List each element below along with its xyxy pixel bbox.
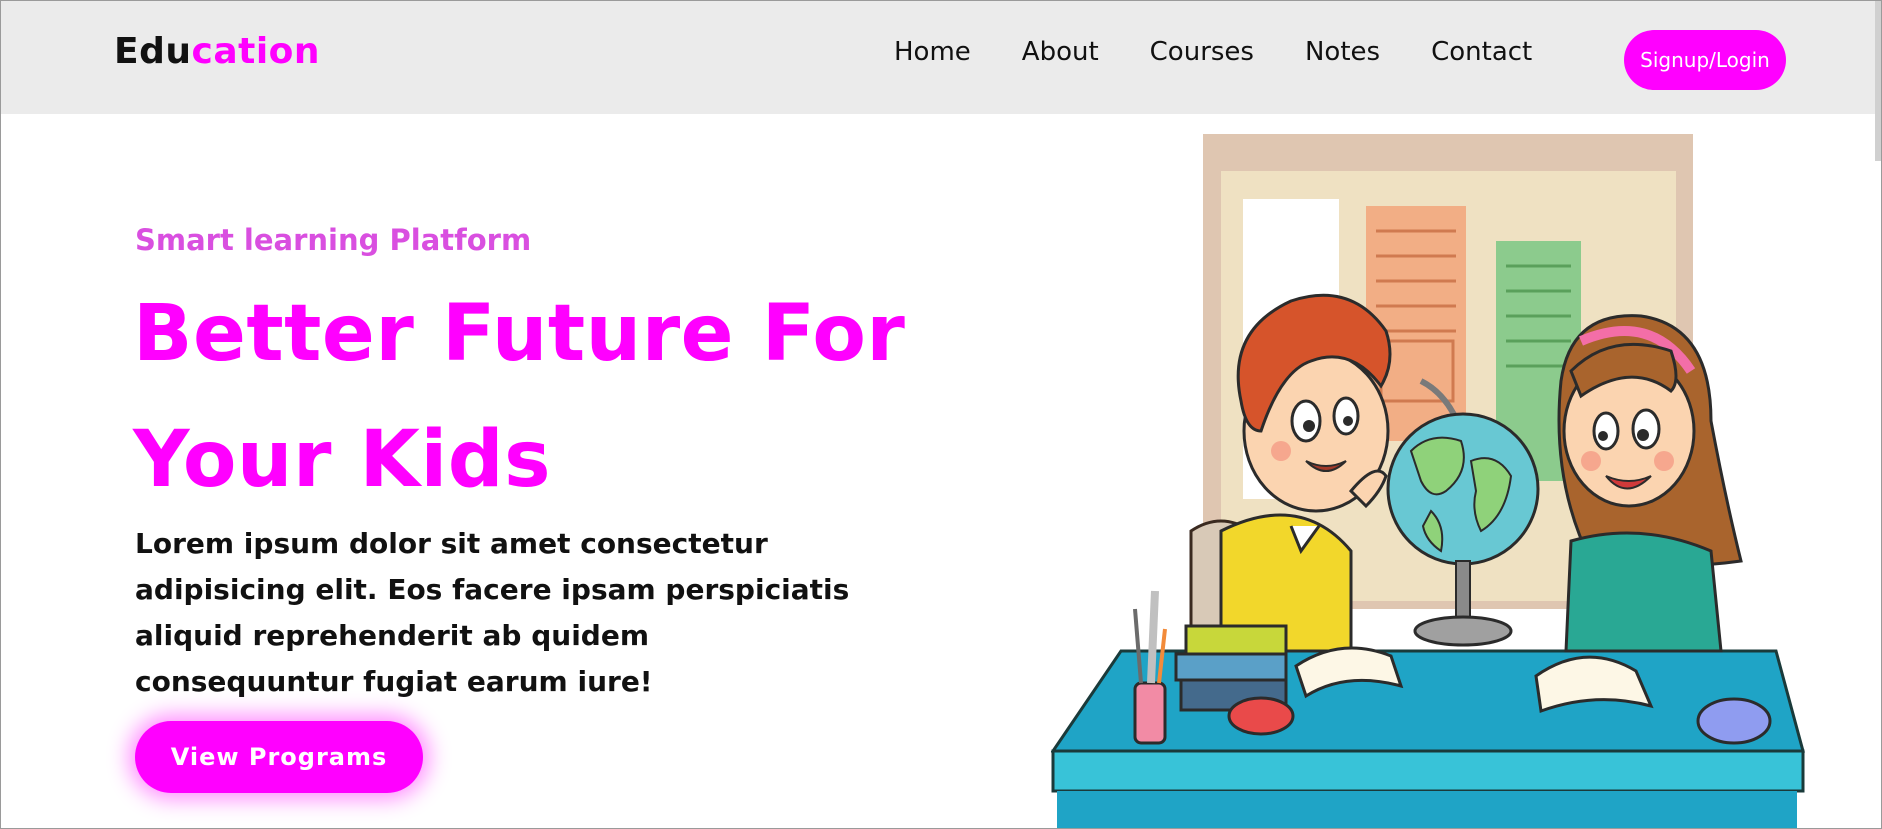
signup-login-button[interactable]: Signup/Login <box>1624 30 1786 90</box>
hero-title-line2: Your Kids <box>133 415 551 505</box>
book-stack <box>1184 624 1288 656</box>
desk-front <box>1051 749 1805 793</box>
kids-studying-illustration <box>1051 134 1805 828</box>
nav-link-contact[interactable]: Contact <box>1431 37 1532 67</box>
scrollbar[interactable] <box>1875 1 1881 161</box>
pencil-case <box>1696 697 1772 745</box>
hero-subtitle: Smart learning Platform <box>135 223 532 257</box>
nav-link-courses[interactable]: Courses <box>1150 37 1254 67</box>
logo[interactable]: Education <box>114 31 320 72</box>
nav-link-home[interactable]: Home <box>894 37 971 67</box>
page: Education Home About Courses Notes Conta… <box>0 0 1882 829</box>
hero-title-line1: Better Future For <box>133 289 906 379</box>
girl-shirt <box>1564 531 1723 653</box>
hero-title: Better Future For Your Kids <box>133 271 906 523</box>
pencil-cup <box>1133 681 1167 745</box>
nav-links: Home About Courses Notes Contact <box>894 37 1532 67</box>
navbar: Education Home About Courses Notes Conta… <box>1 1 1881 114</box>
hero-description: Lorem ipsum dolor sit amet consectetur a… <box>135 527 850 698</box>
nav-link-notes[interactable]: Notes <box>1305 37 1380 67</box>
nav-link-about[interactable]: About <box>1022 37 1099 67</box>
view-programs-button[interactable]: View Programs <box>135 721 423 793</box>
globe-base <box>1413 615 1513 647</box>
globe-sphere <box>1386 412 1540 566</box>
logo-main: Edu <box>114 31 192 72</box>
logo-accent: cation <box>191 31 321 72</box>
